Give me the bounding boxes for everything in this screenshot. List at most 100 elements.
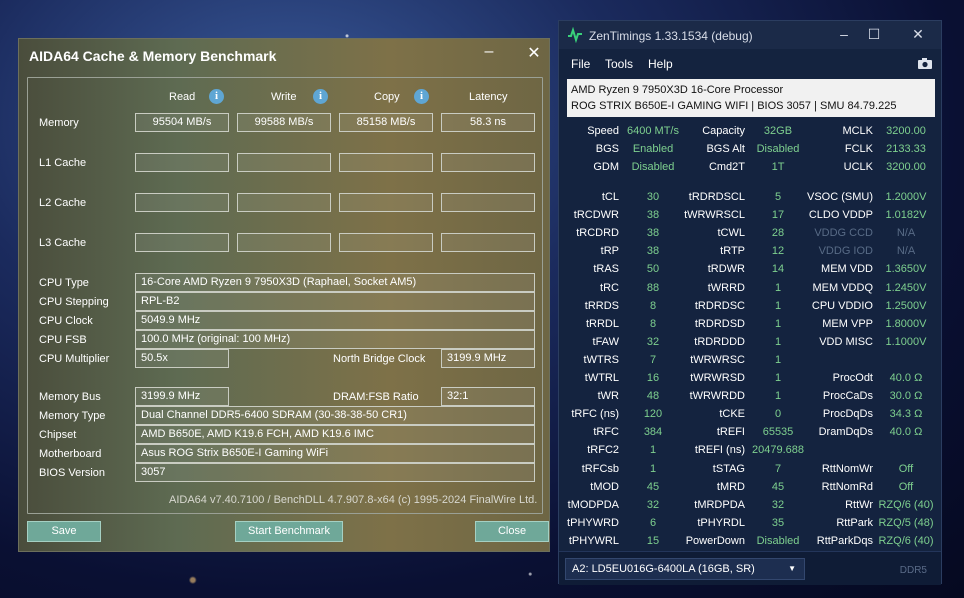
timing-label: tMODPDA (567, 498, 619, 511)
cpu-name: AMD Ryzen 9 7950X3D 16-Core Processor (571, 84, 784, 96)
cpu-mult-value: 50.5x (135, 349, 229, 368)
motherboard-value: Asus ROG Strix B650E-I Gaming WiFi (135, 444, 535, 463)
timing-label: tRDRDSCL (688, 191, 745, 203)
chipset-value: AMD B650E, AMD K19.6 FCH, AMD K19.6 IMC (135, 425, 535, 444)
start-benchmark-button[interactable]: Start Benchmark (235, 521, 343, 542)
col-read: Read (169, 91, 196, 103)
timing-label: tRRDS (584, 299, 619, 312)
timing-value: N/A (896, 245, 916, 258)
timing-label: RttNomRd (821, 480, 873, 493)
l3-copy (339, 233, 433, 252)
cpu-fsb-label: CPU FSB (39, 334, 87, 346)
minimize-button[interactable]: – (474, 43, 504, 61)
minimize-button[interactable]: – (831, 26, 857, 42)
bottom-bar: A2: LD5EU016G-6400LA (16GB, SR) ▼ DDR5 (559, 551, 941, 585)
timing-label: tRTP (720, 245, 745, 258)
l3-read (135, 233, 229, 252)
l2-latency (441, 193, 535, 212)
read-info-icon[interactable]: i (209, 89, 224, 104)
timing-label: tREFI (ns) (694, 444, 745, 457)
window-title: AIDA64 Cache & Memory Benchmark (29, 48, 277, 64)
close-icon[interactable]: ✕ (905, 26, 931, 43)
menu-tools[interactable]: Tools (605, 57, 633, 71)
copy-info-icon[interactable]: i (414, 89, 429, 104)
timing-label: tRDWR (707, 263, 745, 276)
mem-type-label: Memory Type (39, 410, 106, 422)
maximize-button[interactable]: ☐ (861, 26, 887, 43)
module-select[interactable]: A2: LD5EU016G-6400LA (16GB, SR) ▼ (565, 558, 805, 580)
timing-value: RZQ/6 (40) (878, 498, 934, 511)
timing-label: tRCDRD (576, 227, 619, 240)
row-l2: L2 Cache (39, 197, 87, 209)
timing-label: tRDRDSD (694, 317, 745, 330)
timing-label: tWRWRSCL (684, 209, 745, 222)
timing-label: ProcCaDs (822, 390, 873, 403)
col-copy: Copy (374, 91, 400, 103)
timing-value: 30.0 Ω (889, 390, 923, 403)
timing-label: tWRWRSD (690, 372, 745, 384)
timing-label: tFAW (592, 335, 619, 348)
timing-label: PowerDown (685, 534, 745, 547)
timing-label: tWRWRDD (689, 390, 745, 403)
timing-label: tWRRD (707, 281, 745, 294)
timing-label: VDDG CCD (814, 227, 873, 240)
menu-help[interactable]: Help (648, 57, 673, 71)
timing-value: 1.3650V (885, 263, 927, 276)
menu-file[interactable]: File (571, 57, 590, 71)
timing-value: 1.2500V (885, 299, 927, 312)
l1-read (135, 153, 229, 172)
timing-label: tRCDWR (573, 209, 619, 222)
timing-label: tRFC (ns) (571, 408, 619, 421)
memory-read: 95504 MB/s (135, 113, 229, 132)
ddr-type: DDR5 (899, 565, 927, 576)
close-icon[interactable]: ✕ (519, 43, 549, 63)
timing-label: MEM VPP (822, 317, 873, 330)
cpu-clock-value: 5049.9 MHz (135, 311, 535, 330)
timing-label: MCLK (842, 125, 873, 137)
mem-bus-label: Memory Bus (39, 391, 101, 403)
timing-label: tCWL (717, 227, 746, 240)
timing-label: tRFC (593, 426, 619, 439)
row-l1: L1 Cache (39, 157, 87, 169)
save-button[interactable]: Save (27, 521, 101, 542)
system-info-box: AMD Ryzen 9 7950X3D 16-Core Processor RO… (567, 79, 935, 117)
timing-label: RttPark (836, 516, 873, 529)
write-info-icon[interactable]: i (313, 89, 328, 104)
timing-label: tCL (601, 191, 619, 203)
timing-value: 1.2000V (885, 191, 927, 203)
timing-value: RZQ/6 (40) (878, 534, 934, 547)
chevron-down-icon: ▼ (788, 564, 796, 573)
timing-value: 1.8000V (885, 317, 927, 330)
dram-fsb-value: 32:1 (441, 387, 535, 406)
timing-label: tRFCsb (581, 462, 619, 475)
timing-label: RttWr (845, 498, 873, 511)
timing-label: RttNomWr (821, 462, 873, 475)
timing-label: tWTRS (583, 353, 619, 366)
timing-label: tPHYWRL (568, 534, 619, 547)
timing-label: tRDRDDD (694, 335, 745, 348)
timing-label: tRC (600, 281, 619, 294)
l1-write (237, 153, 331, 172)
timing-value: 1.0182V (885, 209, 927, 222)
timing-label: BGS Alt (706, 143, 745, 155)
col-latency: Latency (469, 91, 508, 103)
memory-latency: 58.3 ns (441, 113, 535, 132)
timing-value: 40.0 Ω (889, 426, 923, 439)
timing-label: RttParkDqs (816, 534, 873, 547)
timing-value: 1.1000V (885, 335, 927, 348)
cpu-mult-label: CPU Multiplier (39, 353, 110, 365)
timing-value: 34.3 Ω (889, 408, 923, 421)
timing-value: 3200.00 (886, 125, 926, 137)
timing-label: Capacity (702, 125, 745, 137)
timing-label: tRRDL (585, 317, 619, 330)
bios-value: 3057 (135, 463, 535, 482)
timing-label: tWTRL (584, 372, 619, 384)
timing-label: DramDqDs (818, 426, 873, 439)
l2-read (135, 193, 229, 212)
camera-icon[interactable] (917, 57, 933, 70)
dram-fsb-label: DRAM:FSB Ratio (333, 391, 419, 403)
row-l3: L3 Cache (39, 237, 87, 249)
timing-label: tSTAG (712, 462, 745, 475)
timing-value: Off (898, 480, 914, 493)
timing-label: Speed (587, 125, 619, 137)
